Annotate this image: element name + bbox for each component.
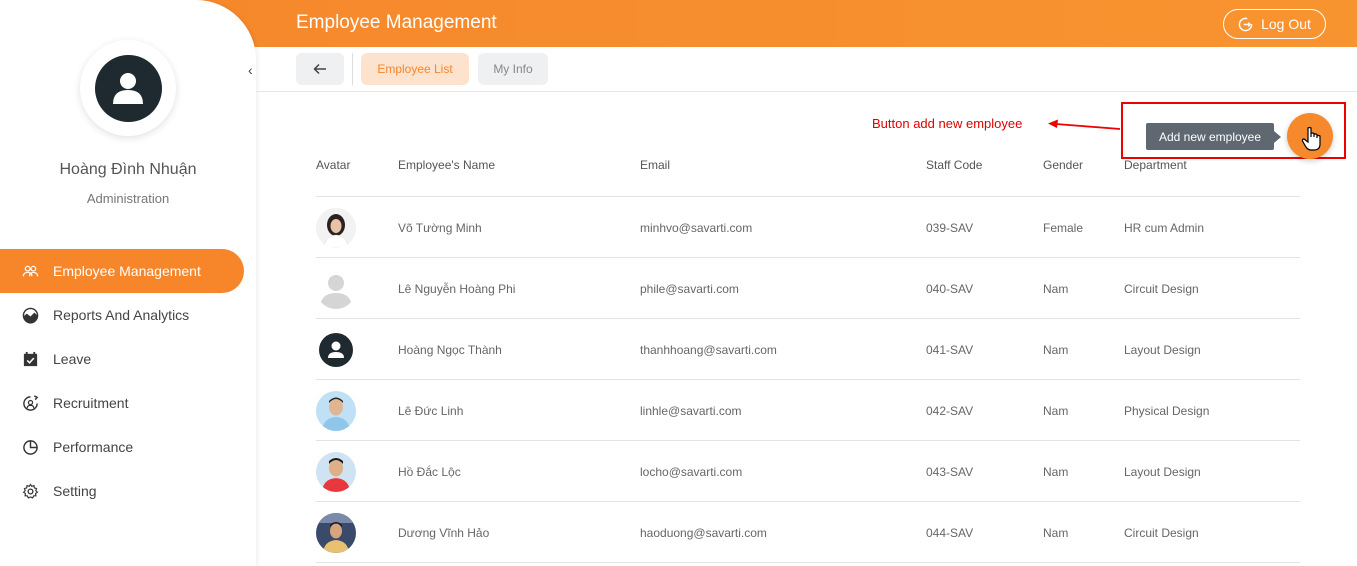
- sidebar-nav: Employee Management Reports And Analytic…: [0, 249, 256, 513]
- column-header-avatar: Avatar: [316, 158, 351, 172]
- employee-department: HR cum Admin: [1124, 221, 1205, 235]
- employee-gender: Nam: [1043, 465, 1069, 479]
- sidebar-item-label: Recruitment: [53, 395, 129, 411]
- man-photo-avatar: [316, 391, 356, 431]
- recruit-icon: [23, 394, 39, 411]
- table-row[interactable]: Hoàng Ngọc Thành thanhhoang@savarti.com …: [316, 319, 1300, 380]
- employee-staff-code: 044-SAV: [926, 526, 974, 540]
- employee-department: Circuit Design: [1124, 282, 1199, 296]
- sidebar-item-label: Reports And Analytics: [53, 307, 190, 323]
- column-header-gender[interactable]: Gender: [1043, 158, 1083, 172]
- add-employee-tooltip: Add new employee: [1146, 123, 1281, 150]
- back-button[interactable]: [296, 53, 344, 85]
- employee-gender: Nam: [1043, 282, 1069, 296]
- employee-name: Lê Đức Linh: [398, 404, 464, 418]
- tab-employee-list[interactable]: Employee List: [361, 53, 469, 85]
- employee-department: Layout Design: [1124, 343, 1201, 357]
- page-title: Employee Management: [296, 12, 497, 33]
- employee-name: Võ Tường Minh: [398, 221, 482, 235]
- employee-name: Lê Nguyễn Hoàng Phi: [398, 282, 516, 296]
- tab-my-info[interactable]: My Info: [478, 53, 548, 85]
- pie-icon: [23, 439, 38, 455]
- man-photo-avatar: [316, 452, 356, 492]
- sidebar-item-label: Leave: [53, 351, 92, 367]
- employee-avatar: [316, 513, 356, 553]
- logout-button[interactable]: Log Out: [1223, 9, 1326, 39]
- employee-gender: Nam: [1043, 343, 1069, 357]
- employee-email: locho@savarti.com: [640, 465, 743, 479]
- annotation-arrow: [1048, 119, 1121, 130]
- employee-department: Circuit Design: [1124, 526, 1199, 540]
- employee-email: thanhhoang@savarti.com: [640, 343, 777, 357]
- user-name: Hoàng Đình Nhuận: [59, 161, 197, 178]
- gear-icon: [22, 482, 39, 499]
- sidebar-item-recruitment[interactable]: Recruitment: [0, 381, 256, 425]
- toolbar-divider: [352, 53, 353, 85]
- employee-gender: Female: [1043, 221, 1084, 235]
- sub-toolbar: Employee List My Info: [256, 47, 1357, 92]
- table-row[interactable]: Lê Đức Linh linhle@savarti.com 042-SAV N…: [316, 380, 1300, 441]
- chart-icon: [22, 307, 39, 324]
- sidebar-item-label: Employee Management: [53, 263, 201, 279]
- employee-avatar: [316, 330, 356, 370]
- table-header: Avatar Employee's Name Email Staff Code …: [316, 148, 1300, 197]
- employee-department: Physical Design: [1124, 404, 1210, 418]
- users-icon: [22, 265, 39, 276]
- person-icon: [113, 73, 143, 104]
- employee-staff-code: 041-SAV: [926, 343, 974, 357]
- sidebar-item-employee-management[interactable]: Employee Management: [0, 249, 244, 293]
- employee-avatar: [316, 208, 356, 248]
- placeholder-person-icon: [320, 275, 352, 309]
- employee-staff-code: 042-SAV: [926, 404, 974, 418]
- column-header-email[interactable]: Email: [640, 158, 670, 172]
- user-role: Administration: [86, 191, 170, 206]
- sidebar-item-label: Performance: [53, 439, 134, 455]
- sidebar-item-performance[interactable]: Performance: [0, 425, 256, 469]
- employee-avatar: [316, 391, 356, 431]
- person-icon: [319, 333, 353, 367]
- employee-gender: Nam: [1043, 526, 1069, 540]
- chevron-left-icon[interactable]: ‹: [248, 62, 253, 78]
- employee-staff-code: 043-SAV: [926, 465, 974, 479]
- sidebar-item-reports[interactable]: Reports And Analytics: [0, 293, 256, 337]
- employee-department: Layout Design: [1124, 465, 1201, 479]
- sidebar: Hoàng Đình Nhuận Administration Employee…: [0, 0, 256, 566]
- employee-name: Hoàng Ngọc Thành: [398, 343, 502, 357]
- hand-cursor-icon: [1301, 126, 1321, 151]
- employee-avatar: [316, 452, 356, 492]
- man-photo-avatar: [316, 513, 356, 553]
- employee-table: Avatar Employee's Name Email Staff Code …: [316, 148, 1300, 563]
- employee-avatar: [316, 269, 356, 309]
- employee-staff-code: 040-SAV: [926, 282, 974, 296]
- arrow-left-icon: [313, 63, 326, 75]
- column-header-department[interactable]: Department: [1124, 158, 1187, 172]
- user-avatar[interactable]: [80, 40, 176, 136]
- table-row[interactable]: Hồ Đắc Lộc locho@savarti.com 043-SAV Nam…: [316, 441, 1300, 502]
- employee-email: minhvo@savarti.com: [640, 221, 753, 235]
- employee-staff-code: 039-SAV: [926, 221, 974, 235]
- logout-label: Log Out: [1261, 16, 1311, 32]
- table-row[interactable]: Võ Tường Minh minhvo@savarti.com 039-SAV…: [316, 197, 1300, 258]
- woman-photo-avatar: [316, 208, 356, 248]
- calendar-check-icon: [23, 351, 38, 366]
- sidebar-item-label: Setting: [53, 483, 97, 499]
- employee-email: phile@savarti.com: [640, 282, 739, 296]
- employee-email: linhle@savarti.com: [640, 404, 742, 418]
- annotation-label: Button add new employee: [872, 116, 1023, 131]
- sidebar-item-leave[interactable]: Leave: [0, 337, 256, 381]
- sidebar-item-setting[interactable]: Setting: [0, 469, 256, 513]
- employee-name: Hồ Đắc Lộc: [398, 465, 461, 479]
- column-header-staff-code[interactable]: Staff Code: [926, 158, 982, 172]
- table-row[interactable]: Dương Vĩnh Hảo haoduong@savarti.com 044-…: [316, 502, 1300, 563]
- employee-gender: Nam: [1043, 404, 1069, 418]
- table-row[interactable]: Lê Nguyễn Hoàng Phi phile@savarti.com 04…: [316, 258, 1300, 319]
- employee-name: Dương Vĩnh Hảo: [398, 526, 490, 540]
- column-header-name[interactable]: Employee's Name: [398, 158, 495, 172]
- logout-icon: [1238, 17, 1253, 31]
- user-avatar-circle: [94, 54, 162, 122]
- employee-email: haoduong@savarti.com: [640, 526, 767, 540]
